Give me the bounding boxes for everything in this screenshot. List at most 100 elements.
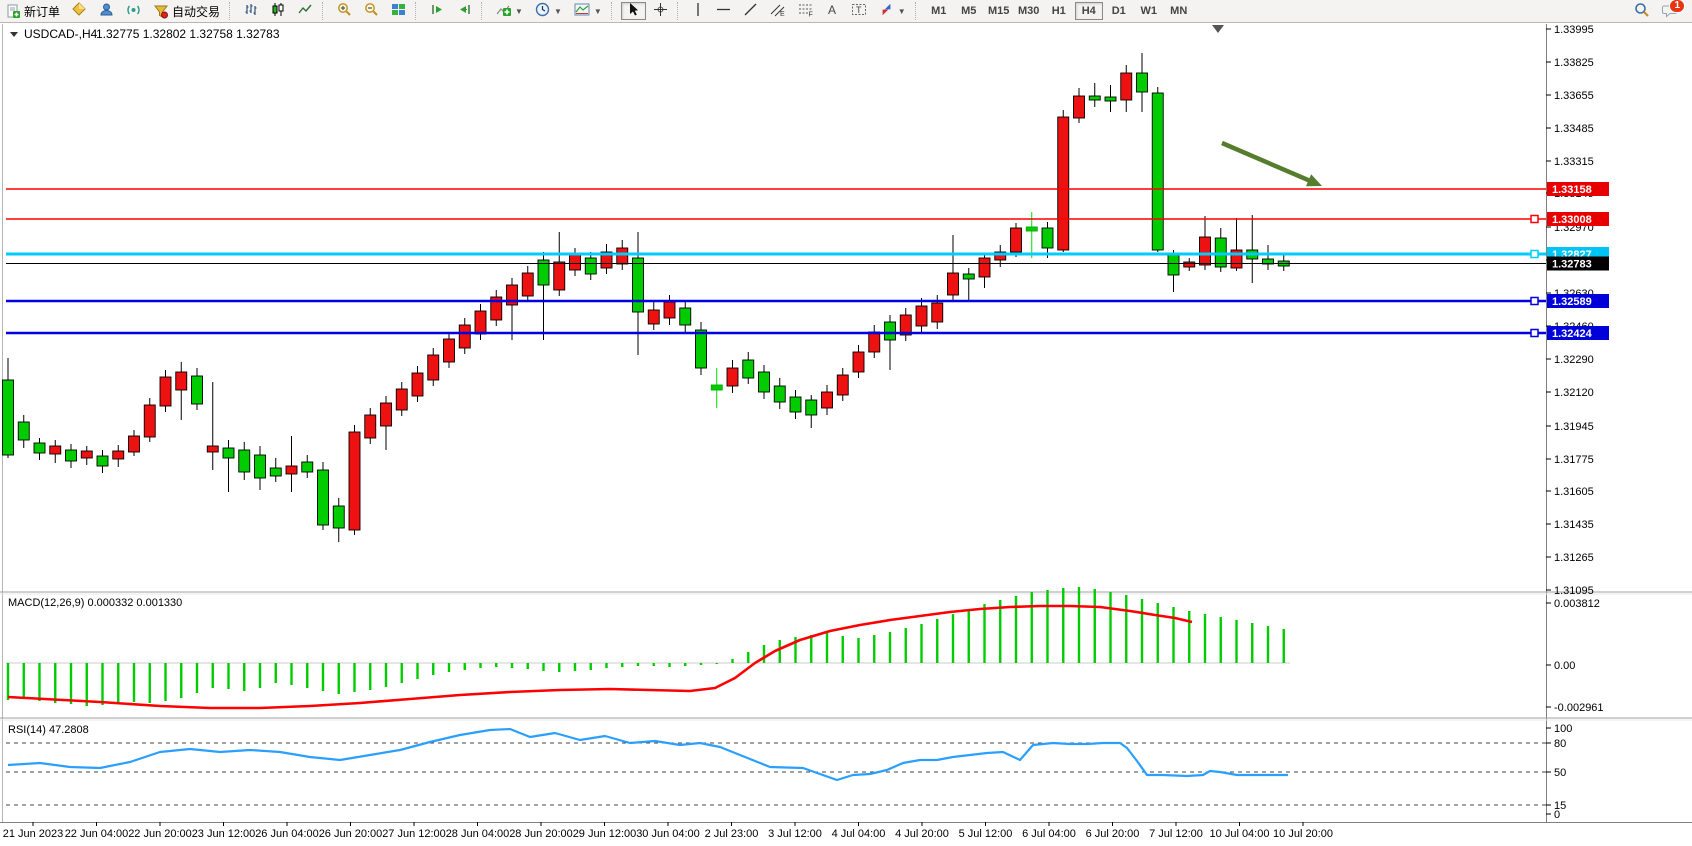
- chart-shift-button[interactable]: [452, 2, 477, 20]
- crosshair-icon: [653, 2, 668, 20]
- line-chart-icon: [298, 2, 313, 20]
- auto-scroll-button[interactable]: [425, 2, 450, 20]
- chevron-down-icon: ▼: [515, 7, 523, 16]
- community-button[interactable]: [94, 2, 119, 20]
- horizontal-line-tool-button[interactable]: [711, 2, 736, 20]
- tile-windows-button[interactable]: [386, 2, 411, 20]
- time-tick-label: 3 Jul 12:00: [768, 828, 822, 840]
- indicators-button[interactable]: ▼: [491, 2, 528, 20]
- text-label-icon: T: [851, 2, 867, 20]
- candle-body: [696, 330, 707, 368]
- crosshair-tool-button[interactable]: [648, 2, 673, 20]
- timeframe-m1[interactable]: M1: [925, 2, 953, 20]
- zoom-in-button[interactable]: [332, 2, 357, 20]
- candle-body: [680, 308, 691, 325]
- timeframe-mn[interactable]: MN: [1165, 2, 1193, 20]
- templates-button[interactable]: ▼: [569, 2, 607, 20]
- metaeditor-icon: [72, 2, 87, 20]
- candle-body: [885, 322, 896, 340]
- candle-body: [979, 258, 990, 277]
- time-tick-label: 21 Jun 2023: [3, 828, 64, 840]
- candlestick-chart-button[interactable]: [266, 2, 291, 20]
- candle-body: [129, 436, 140, 452]
- candle-body: [948, 273, 959, 295]
- candle-body: [286, 466, 297, 474]
- autotrade-icon: [153, 4, 169, 19]
- candle-body: [302, 462, 313, 472]
- timeframe-m30[interactable]: M30: [1015, 2, 1043, 20]
- chart-canvas[interactable]: USDCAD-,H41.32775 1.32802 1.32758 1.3278…: [0, 0, 1692, 846]
- price-badge-label: 1.32424: [1552, 328, 1593, 340]
- channel-tool-button[interactable]: E: [765, 2, 791, 20]
- signal-icon: [126, 2, 141, 20]
- time-tick-label: 27 Jun 12:00: [382, 828, 446, 840]
- candle-body: [1168, 255, 1179, 275]
- price-tick-label: 1.31435: [1554, 519, 1594, 531]
- signals-button[interactable]: [121, 2, 146, 20]
- time-tick-label: 6 Jul 04:00: [1022, 828, 1076, 840]
- candle-body: [1137, 73, 1148, 92]
- timeframe-h4[interactable]: H4: [1075, 2, 1103, 20]
- price-badge: 1.32589: [1547, 294, 1609, 308]
- timeframe-h1[interactable]: H1: [1045, 2, 1073, 20]
- text-label-tool-button[interactable]: T: [846, 2, 872, 20]
- candle-body: [1011, 228, 1022, 252]
- candle-body: [1105, 97, 1116, 101]
- timeframe-d1[interactable]: D1: [1105, 2, 1133, 20]
- candle-body: [963, 274, 974, 279]
- timeframe-m5[interactable]: M5: [955, 2, 983, 20]
- candle-body: [664, 302, 675, 318]
- cursor-tool-button[interactable]: [621, 2, 646, 20]
- candle-body: [239, 450, 250, 472]
- search-button[interactable]: [1629, 2, 1655, 20]
- candle-body: [444, 339, 455, 362]
- candle-body: [333, 506, 344, 528]
- chevron-down-icon: ▼: [898, 7, 906, 16]
- text-tool-button[interactable]: A: [821, 2, 844, 20]
- vertical-line-tool-button[interactable]: [687, 2, 709, 20]
- notifications-button[interactable]: 1: [1657, 2, 1684, 20]
- candle-body: [1121, 73, 1132, 100]
- time-tick-label: 7 Jul 12:00: [1149, 828, 1203, 840]
- time-tick-label: 30 Jun 04:00: [636, 828, 700, 840]
- zoom-out-button[interactable]: [359, 2, 384, 20]
- price-badge-label: 1.33008: [1552, 214, 1592, 226]
- timeframe-m15[interactable]: M15: [985, 2, 1013, 20]
- time-tick-label: 26 Jun 20:00: [319, 828, 383, 840]
- candle-body: [396, 389, 407, 410]
- line-chart-button[interactable]: [293, 2, 318, 20]
- candle-body: [727, 368, 738, 386]
- line-drag-handle[interactable]: [1531, 216, 1538, 223]
- autotrade-button[interactable]: 自动交易: [148, 2, 225, 20]
- line-drag-handle[interactable]: [1531, 298, 1538, 305]
- trendline-tool-button[interactable]: [738, 2, 763, 20]
- metaeditor-button[interactable]: [67, 2, 92, 20]
- candle-body: [554, 262, 565, 290]
- price-tick-label: 1.33995: [1554, 24, 1594, 36]
- text-icon: A: [826, 2, 839, 20]
- timeframe-w1[interactable]: W1: [1135, 2, 1163, 20]
- candle-body: [806, 400, 817, 415]
- svg-text:F: F: [808, 12, 812, 18]
- candle-body: [475, 311, 486, 334]
- candle-body: [270, 468, 281, 476]
- svg-text:E: E: [780, 11, 785, 17]
- price-tick-label: 1.33825: [1554, 57, 1594, 69]
- line-drag-handle[interactable]: [1531, 330, 1538, 337]
- toolbar-separator: [229, 2, 235, 20]
- candle-body: [617, 248, 628, 264]
- price-tick-label: 1.31775: [1554, 454, 1594, 466]
- symbol-period-title: USDCAD-,H4: [24, 27, 98, 41]
- periods-button[interactable]: ▼: [530, 2, 567, 20]
- bar-chart-button[interactable]: [239, 2, 264, 20]
- chevron-down-icon: ▼: [594, 7, 602, 16]
- rsi-label: RSI(14) 47.2808: [8, 724, 89, 736]
- new-order-label: 新订单: [24, 3, 60, 20]
- line-drag-handle[interactable]: [1531, 251, 1538, 258]
- price-tick-label: 1.33485: [1554, 123, 1594, 135]
- new-order-button[interactable]: 新订单: [1, 2, 65, 20]
- chart-background: [0, 22, 1692, 846]
- arrows-tool-button[interactable]: ▼: [874, 2, 911, 20]
- rsi-tick-label: 0: [1554, 809, 1560, 821]
- fibonacci-tool-button[interactable]: F: [793, 2, 819, 20]
